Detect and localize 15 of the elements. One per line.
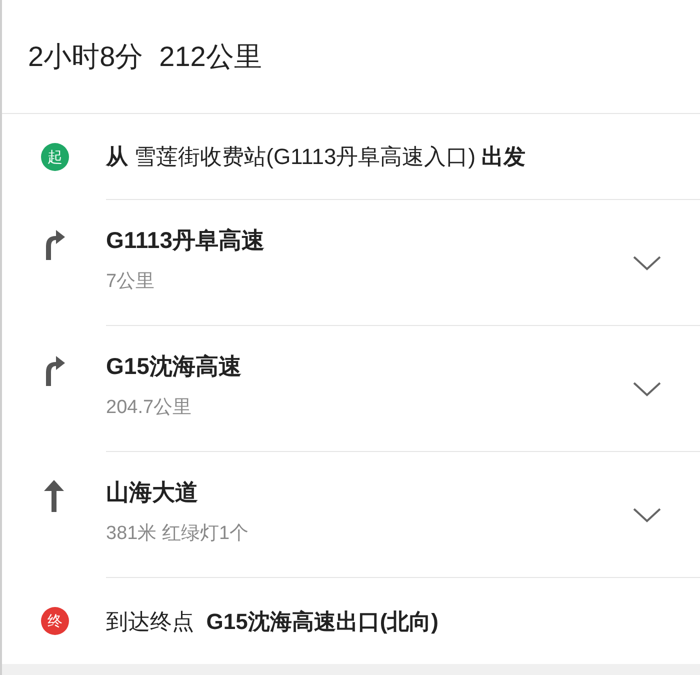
start-instruction: 从 雪莲街收费站(G1113丹阜高速入口) 出发 bbox=[106, 143, 526, 171]
step-detail: 7公里 bbox=[106, 270, 155, 294]
road-name: 山海大道 bbox=[106, 478, 198, 507]
end-badge: 终 bbox=[41, 607, 69, 635]
turn-right-icon bbox=[43, 228, 65, 260]
road-name: G15沈海高速 bbox=[106, 352, 242, 381]
turn-right-icon bbox=[43, 354, 65, 386]
end-instruction: 到达终点 G15沈海高速出口(北向) bbox=[106, 608, 438, 636]
straight-arrow-icon bbox=[44, 480, 64, 512]
step-detail: 381米 红绿灯1个 bbox=[106, 522, 249, 546]
road-name: G1113丹阜高速 bbox=[106, 226, 265, 255]
route-distance: 212公里 bbox=[159, 40, 262, 74]
route-duration: 2小时8分 bbox=[28, 40, 144, 74]
start-badge: 起 bbox=[41, 143, 69, 171]
step-detail: 204.7公里 bbox=[106, 396, 192, 420]
